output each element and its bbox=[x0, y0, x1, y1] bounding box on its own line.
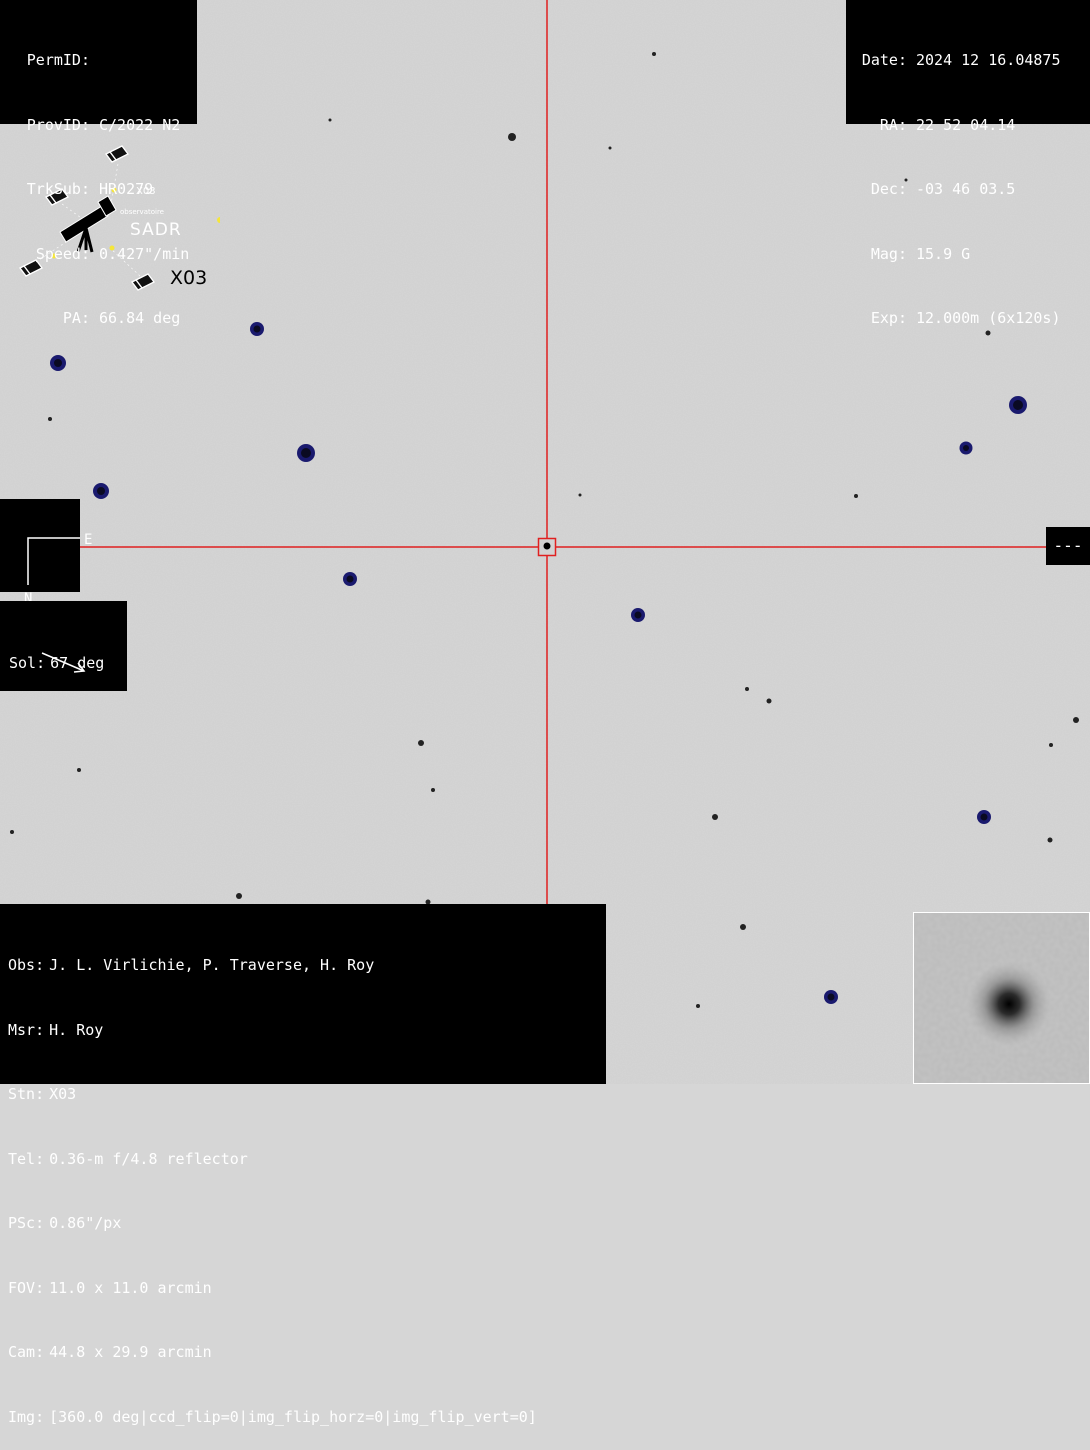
img-row: Img: [360.0 deg|ccd_flip=0|img_flip_horz=… bbox=[8, 1407, 606, 1429]
row-label: RA: bbox=[879, 115, 907, 134]
speed-row: Speed: 0.427"/min bbox=[8, 244, 197, 266]
psc-row: PSc: 0.86"/px bbox=[8, 1213, 606, 1235]
position-info-panel: Date: 2024 12 16.04875 RA: 22 52 04.14 Dec… bbox=[846, 0, 1090, 327]
row-label: Obs: bbox=[8, 956, 45, 974]
row-value: 15.9 G bbox=[916, 244, 971, 263]
row-label: Date: bbox=[861, 51, 907, 69]
tel-row: Tel: 0.36-m f/4.8 reflector bbox=[8, 1149, 606, 1171]
row-label: PermID: bbox=[26, 51, 90, 69]
compass-icon: E N bbox=[24, 532, 92, 607]
row-label: ProvID: bbox=[26, 115, 90, 134]
row-label: Exp: bbox=[870, 309, 907, 327]
permid-row: PermID: bbox=[8, 50, 197, 72]
row-value: X03 bbox=[49, 1085, 77, 1103]
row-value: J. L. Virlichie, P. Traverse, H. Roy bbox=[49, 956, 375, 974]
comet-coma bbox=[967, 962, 1051, 1046]
solar-angle-panel: Sol: 67 deg bbox=[0, 601, 127, 691]
ra-row: RA: 22 52 04.14 bbox=[855, 115, 1090, 137]
stn-row: Stn: X03 bbox=[8, 1084, 606, 1106]
east-label: E bbox=[84, 532, 92, 548]
row-value: -03 46 03.5 bbox=[916, 180, 1016, 198]
exp-row: Exp: 12.000m (6x120s) bbox=[855, 308, 1090, 330]
row-value: 44.8 x 29.9 arcmin bbox=[49, 1343, 212, 1361]
row-label: Dec: bbox=[870, 180, 907, 198]
sun-direction-arrow-icon bbox=[41, 652, 86, 673]
mag-row: Mag: 15.9 G bbox=[855, 244, 1090, 266]
target-comet bbox=[543, 542, 551, 550]
orientation-indicator: E N bbox=[0, 499, 93, 607]
row-value: 12.000m (6x120s) bbox=[916, 309, 1061, 327]
obs-row: Obs: J. L. Virlichie, P. Traverse, H. Roy bbox=[8, 955, 606, 977]
dec-row: Dec: -03 46 03.5 bbox=[855, 179, 1090, 201]
object-info-panel: PermID: ProvID: C/2022 N2 TrkSub: HR0279 S… bbox=[0, 0, 197, 327]
row-value: 0.36-m f/4.8 reflector bbox=[49, 1149, 248, 1168]
pa-row: PA: 66.84 deg bbox=[8, 308, 197, 330]
target-zoom-inset bbox=[913, 912, 1090, 1084]
row-label: PSc: bbox=[8, 1214, 45, 1232]
cam-row: Cam: 44.8 x 29.9 arcmin bbox=[8, 1342, 606, 1364]
row-label: PA: bbox=[62, 309, 90, 327]
trksub-row: TrkSub: HR0279 bbox=[8, 179, 197, 201]
row-label: Speed: bbox=[35, 244, 90, 263]
row-label: Mag: bbox=[870, 244, 907, 263]
row-label: Cam: bbox=[8, 1343, 45, 1361]
observation-details-panel: Obs: J. L. Virlichie, P. Traverse, H. Roy… bbox=[0, 904, 606, 1426]
row-value: [360.0 deg|ccd_flip=0|img_flip_horz=0|im… bbox=[49, 1407, 537, 1426]
row-label: Tel: bbox=[8, 1149, 45, 1168]
fov-row: FOV: 11.0 x 11.0 arcmin bbox=[8, 1278, 606, 1300]
row-value: HR0279 bbox=[99, 180, 154, 198]
magnitude-tag: --- bbox=[1046, 527, 1090, 565]
row-label: Img: bbox=[8, 1407, 45, 1426]
row-value: 22 52 04.14 bbox=[916, 115, 1016, 134]
row-value: H. Roy bbox=[49, 1020, 104, 1039]
row-label: Stn: bbox=[8, 1085, 45, 1103]
row-value: 0.427"/min bbox=[99, 244, 190, 263]
date-row: Date: 2024 12 16.04875 bbox=[855, 50, 1090, 72]
msr-row: Msr: H. Roy bbox=[8, 1020, 606, 1042]
row-value: 2024 12 16.04875 bbox=[916, 51, 1061, 69]
row-value: 11.0 x 11.0 arcmin bbox=[49, 1278, 212, 1297]
row-value: 0.86"/px bbox=[49, 1214, 122, 1232]
row-label: FOV: bbox=[8, 1278, 45, 1297]
row-label: TrkSub: bbox=[26, 180, 90, 198]
row-value: C/2022 N2 bbox=[99, 115, 181, 134]
row-label: Msr: bbox=[8, 1020, 45, 1039]
row-value: 66.84 deg bbox=[99, 309, 181, 327]
provid-row: ProvID: C/2022 N2 bbox=[8, 115, 197, 137]
